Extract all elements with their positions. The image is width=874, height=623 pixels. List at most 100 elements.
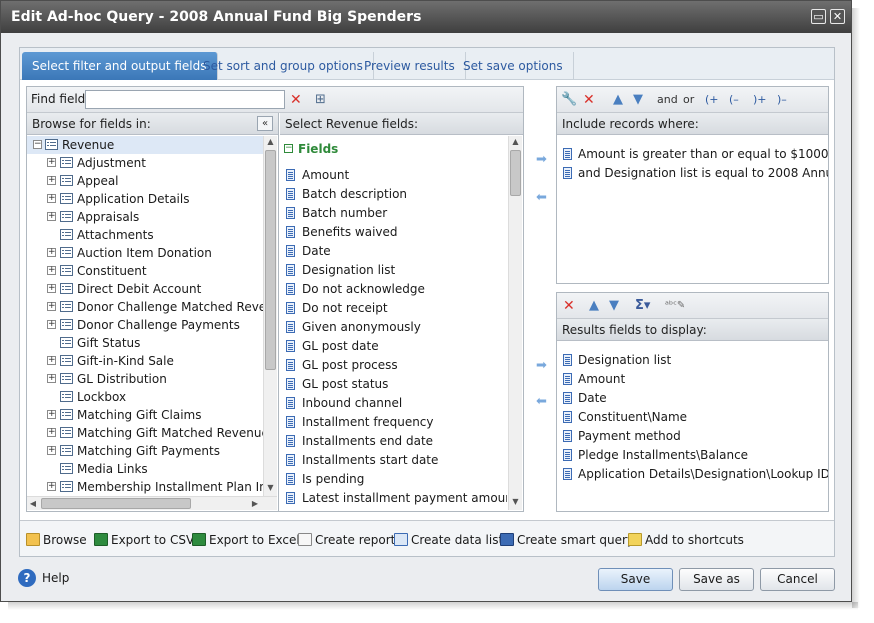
- output-field[interactable]: Payment method: [557, 427, 828, 445]
- scroll-right-icon[interactable]: ▶: [249, 497, 261, 510]
- output-field[interactable]: Designation list: [557, 351, 828, 369]
- tree-item[interactable]: + GL Distribution: [27, 370, 263, 388]
- output-field[interactable]: Date: [557, 389, 828, 407]
- expand-icon[interactable]: +: [47, 410, 56, 419]
- collapse-icon[interactable]: −: [33, 140, 42, 149]
- tree-item[interactable]: + Appeal: [27, 172, 263, 190]
- field-item[interactable]: Do not receipt: [280, 299, 507, 317]
- expand-icon[interactable]: +: [47, 428, 56, 437]
- help-link[interactable]: Help: [42, 571, 69, 585]
- add-output-arrow-icon[interactable]: ➡: [536, 358, 547, 373]
- scroll-up-icon[interactable]: ▲: [509, 136, 522, 148]
- field-item[interactable]: Given anonymously: [280, 318, 507, 336]
- field-item[interactable]: GL post date: [280, 337, 507, 355]
- help-icon[interactable]: ?: [18, 569, 36, 587]
- scroll-down-icon[interactable]: ▼: [509, 496, 522, 508]
- field-item[interactable]: GL post process: [280, 356, 507, 374]
- expand-icon[interactable]: +: [47, 320, 56, 329]
- tree-root-revenue[interactable]: − Revenue: [27, 136, 263, 154]
- scroll-thumb[interactable]: [510, 150, 521, 196]
- create-smart-query-button[interactable]: Create smart query: [500, 531, 634, 549]
- expand-icon[interactable]: +: [47, 266, 56, 275]
- fields-group[interactable]: − Fields: [280, 140, 507, 158]
- tree-item[interactable]: + Matching Gift Payments: [27, 442, 263, 460]
- tree-item[interactable]: + Auction Item Donation: [27, 244, 263, 262]
- expand-icon[interactable]: +: [47, 356, 56, 365]
- expand-icon[interactable]: +: [47, 284, 56, 293]
- tree-item[interactable]: + Appraisals: [27, 208, 263, 226]
- maximize-icon[interactable]: ▭: [811, 9, 826, 24]
- browse-button[interactable]: Browse: [26, 531, 87, 549]
- tree-item[interactable]: + Donor Challenge Payments: [27, 316, 263, 334]
- close-icon[interactable]: ✕: [830, 9, 845, 24]
- field-item[interactable]: Amount: [280, 166, 507, 184]
- tab-save-options[interactable]: Set save options: [453, 52, 574, 80]
- tree-item[interactable]: + Matching Gift Claims: [27, 406, 263, 424]
- remove-output-arrow-icon[interactable]: ⬅: [536, 394, 547, 409]
- add-to-shortcuts-button[interactable]: Add to shortcuts: [628, 531, 744, 549]
- expand-icon[interactable]: +: [47, 194, 56, 203]
- field-item[interactable]: Batch number: [280, 204, 507, 222]
- scroll-left-icon[interactable]: ◀: [27, 497, 39, 510]
- add-filter-arrow-icon[interactable]: ➡: [536, 152, 547, 167]
- field-item[interactable]: Do not acknowledge: [280, 280, 507, 298]
- remove-filter-arrow-icon[interactable]: ⬅: [536, 190, 547, 205]
- save-button[interactable]: Save: [598, 568, 673, 591]
- filter-criterion[interactable]: Amount is greater than or equal to $1000…: [557, 145, 828, 163]
- scroll-down-icon[interactable]: ▼: [264, 482, 277, 494]
- summarize-icon[interactable]: Σ▾: [635, 298, 650, 314]
- scroll-up-icon[interactable]: ▲: [264, 136, 277, 148]
- close-paren-and-button[interactable]: )+: [753, 92, 767, 108]
- tree-item[interactable]: + Adjustment: [27, 154, 263, 172]
- tab-sort-group[interactable]: Set sort and group options: [193, 52, 374, 80]
- field-item[interactable]: Installment frequency: [280, 413, 507, 431]
- move-down-icon[interactable]: ▼: [609, 298, 619, 314]
- scroll-thumb[interactable]: [265, 150, 276, 370]
- tab-select-fields[interactable]: Select filter and output fields: [22, 52, 218, 80]
- tab-preview-results[interactable]: Preview results: [354, 52, 466, 80]
- field-item[interactable]: GL post status: [280, 375, 507, 393]
- field-item[interactable]: Batch description: [280, 185, 507, 203]
- tree-item[interactable]: Gift Status: [27, 334, 263, 352]
- move-down-icon[interactable]: ▼: [633, 92, 643, 108]
- field-item[interactable]: Is pending: [280, 470, 507, 488]
- collapse-panel-icon[interactable]: «: [257, 116, 273, 131]
- tree-item[interactable]: + Membership Installment Plan Installment…: [27, 478, 263, 496]
- tree-item[interactable]: + Constituent: [27, 262, 263, 280]
- output-field[interactable]: Constituent\Name: [557, 408, 828, 426]
- edit-filter-icon[interactable]: 🔧: [561, 92, 577, 108]
- tree-item[interactable]: + Donor Challenge Matched Revenue: [27, 298, 263, 316]
- find-field-input[interactable]: [85, 90, 285, 109]
- and-button[interactable]: and: [657, 92, 678, 108]
- tree-item[interactable]: + Direct Debit Account: [27, 280, 263, 298]
- create-data-list-button[interactable]: Create data list: [394, 531, 503, 549]
- tree-item[interactable]: Lockbox: [27, 388, 263, 406]
- tree-item[interactable]: Attachments: [27, 226, 263, 244]
- clear-search-icon[interactable]: ✕: [290, 92, 302, 108]
- open-paren-and-button[interactable]: (+: [705, 92, 719, 108]
- output-field[interactable]: Pledge Installments\Balance: [557, 446, 828, 464]
- export-excel-button[interactable]: Export to Excel: [192, 531, 300, 549]
- expand-icon[interactable]: +: [47, 446, 56, 455]
- expand-icon[interactable]: +: [47, 248, 56, 257]
- expand-icon[interactable]: +: [47, 374, 56, 383]
- collapse-icon[interactable]: −: [284, 144, 293, 153]
- tree-item[interactable]: Media Links: [27, 460, 263, 478]
- field-item[interactable]: Installments end date: [280, 432, 507, 450]
- tree-item[interactable]: + Gift-in-Kind Sale: [27, 352, 263, 370]
- tree-view-icon[interactable]: ⊞: [315, 92, 326, 108]
- close-paren-or-button[interactable]: )–: [777, 92, 787, 108]
- hscroll-thumb[interactable]: [41, 498, 191, 509]
- move-up-icon[interactable]: ▲: [589, 298, 599, 314]
- field-item[interactable]: Date: [280, 242, 507, 260]
- field-item[interactable]: Installments start date: [280, 451, 507, 469]
- browse-vscroll[interactable]: ▲ ▼: [263, 136, 277, 496]
- save-as-button[interactable]: Save as: [679, 568, 754, 591]
- expand-icon[interactable]: +: [47, 212, 56, 221]
- move-up-icon[interactable]: ▲: [613, 92, 623, 108]
- filter-criterion[interactable]: and Designation list is equal to 2008 An…: [557, 164, 828, 182]
- open-paren-or-button[interactable]: (–: [729, 92, 739, 108]
- tree-item[interactable]: + Matching Gift Matched Revenue: [27, 424, 263, 442]
- output-field[interactable]: Application Details\Designation\Lookup I…: [557, 465, 828, 483]
- cancel-button[interactable]: Cancel: [760, 568, 835, 591]
